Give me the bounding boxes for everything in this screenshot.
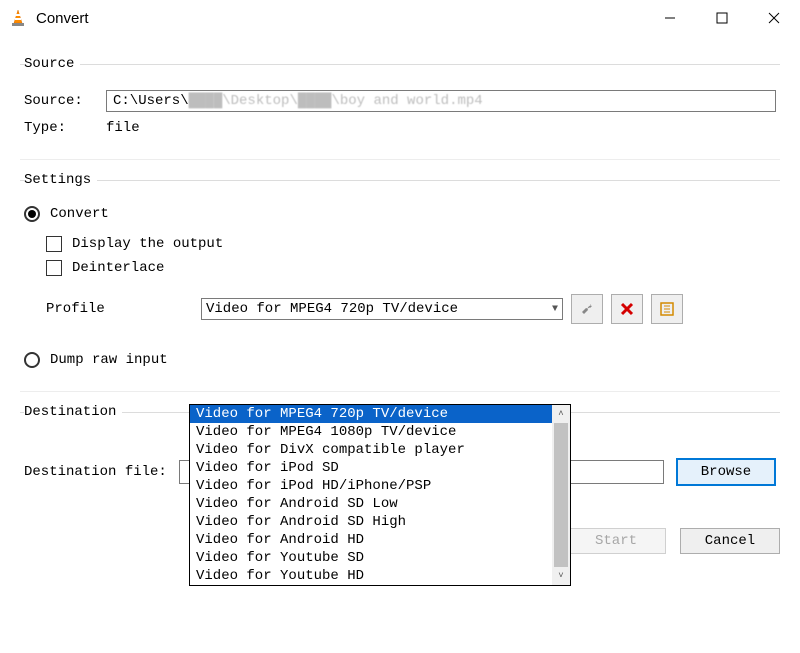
- title-bar: Convert: [0, 0, 800, 36]
- wrench-icon: [579, 301, 595, 317]
- destination-file-label: Destination file:: [24, 464, 167, 480]
- profile-option[interactable]: Video for iPod HD/iPhone/PSP: [190, 477, 552, 495]
- close-button[interactable]: [748, 0, 800, 36]
- new-profile-button[interactable]: [651, 294, 683, 324]
- browse-button[interactable]: Browse: [676, 458, 776, 486]
- profile-option[interactable]: Video for Android SD High: [190, 513, 552, 531]
- window-title: Convert: [36, 10, 644, 27]
- profile-combobox[interactable]: Video for MPEG4 720p TV/device ▼: [201, 298, 563, 320]
- display-output-label: Display the output: [72, 236, 223, 252]
- display-output-checkbox[interactable]: [46, 236, 62, 252]
- settings-legend: Settings: [24, 172, 97, 188]
- profile-dropdown: Video for MPEG4 720p TV/device Video for…: [189, 404, 571, 586]
- deinterlace-checkbox[interactable]: [46, 260, 62, 276]
- convert-radio[interactable]: [24, 206, 40, 222]
- minimize-button[interactable]: [644, 0, 696, 36]
- source-legend: Source: [24, 56, 80, 72]
- profile-option[interactable]: Video for MPEG4 1080p TV/device: [190, 423, 552, 441]
- profile-dropdown-list: Video for MPEG4 720p TV/device Video for…: [190, 405, 552, 585]
- profile-option[interactable]: Video for Youtube HD: [190, 567, 552, 585]
- profile-option[interactable]: Video for Youtube SD: [190, 549, 552, 567]
- vlc-icon: [8, 8, 28, 28]
- delete-x-icon: [620, 302, 634, 316]
- source-input[interactable]: C:\Users\████\Desktop\████\boy and world…: [106, 90, 776, 112]
- profile-label: Profile: [46, 301, 201, 317]
- profile-selected: Video for MPEG4 720p TV/device: [206, 301, 458, 317]
- chevron-down-icon: ▼: [552, 304, 558, 315]
- dump-raw-radio[interactable]: [24, 352, 40, 368]
- type-label: Type:: [24, 120, 106, 136]
- source-group: Source Source: C:\Users\████\Desktop\███…: [20, 56, 780, 154]
- destination-legend: Destination: [24, 404, 122, 420]
- maximize-button[interactable]: [696, 0, 748, 36]
- dump-raw-label: Dump raw input: [50, 352, 168, 368]
- cancel-button[interactable]: Cancel: [680, 528, 780, 554]
- type-value: file: [106, 120, 140, 136]
- profile-option[interactable]: Video for iPod SD: [190, 459, 552, 477]
- edit-profile-button[interactable]: [571, 294, 603, 324]
- source-label: Source:: [24, 93, 106, 109]
- start-button[interactable]: Start: [566, 528, 666, 554]
- new-profile-icon: [659, 301, 675, 317]
- scroll-down-icon[interactable]: ˅: [552, 567, 570, 585]
- profile-option[interactable]: Video for DivX compatible player: [190, 441, 552, 459]
- delete-profile-button[interactable]: [611, 294, 643, 324]
- scroll-up-icon[interactable]: ˄: [552, 405, 570, 423]
- scroll-thumb[interactable]: [554, 423, 568, 567]
- dropdown-scrollbar[interactable]: ˄ ˅: [552, 405, 570, 585]
- settings-group: Settings Convert Display the output Dein…: [20, 172, 780, 386]
- profile-option[interactable]: Video for Android SD Low: [190, 495, 552, 513]
- window-controls: [644, 0, 800, 36]
- profile-option[interactable]: Video for MPEG4 720p TV/device: [190, 405, 552, 423]
- profile-option[interactable]: Video for Android HD: [190, 531, 552, 549]
- deinterlace-label: Deinterlace: [72, 260, 164, 276]
- convert-label: Convert: [50, 206, 109, 222]
